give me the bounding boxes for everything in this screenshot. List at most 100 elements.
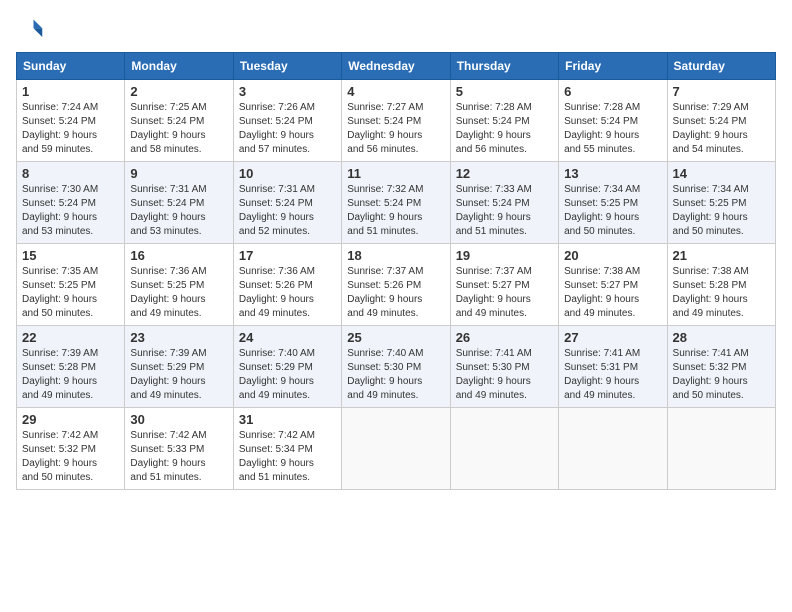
- calendar-cell: 16 Sunrise: 7:36 AM Sunset: 5:25 PM Dayli…: [125, 244, 233, 326]
- calendar-cell: 26 Sunrise: 7:41 AM Sunset: 5:30 PM Dayli…: [450, 326, 558, 408]
- calendar-cell: 22 Sunrise: 7:39 AM Sunset: 5:28 PM Dayli…: [17, 326, 125, 408]
- calendar-cell: [450, 408, 558, 490]
- day-info: Sunrise: 7:36 AM Sunset: 5:26 PM Dayligh…: [239, 265, 336, 321]
- day-info: Sunrise: 7:42 AM Sunset: 5:33 PM Dayligh…: [130, 429, 227, 485]
- day-number: 1: [22, 84, 119, 99]
- day-number: 7: [673, 84, 770, 99]
- day-number: 21: [673, 248, 770, 263]
- calendar-cell: [342, 408, 450, 490]
- calendar-week-row: 1Sunrise: 7:24 AM Sunset: 5:24 PM Daylig…: [17, 80, 776, 162]
- calendar-week-row: 8 Sunrise: 7:30 AM Sunset: 5:24 PM Daylig…: [17, 162, 776, 244]
- calendar-cell: 9 Sunrise: 7:31 AM Sunset: 5:24 PM Daylig…: [125, 162, 233, 244]
- calendar-week-row: 29 Sunrise: 7:42 AM Sunset: 5:32 PM Dayli…: [17, 408, 776, 490]
- day-number: 19: [456, 248, 553, 263]
- day-number: 16: [130, 248, 227, 263]
- day-number: 28: [673, 330, 770, 345]
- calendar-header-row: SundayMondayTuesdayWednesdayThursdayFrid…: [17, 53, 776, 80]
- day-info: Sunrise: 7:41 AM Sunset: 5:31 PM Dayligh…: [564, 347, 661, 403]
- calendar-cell: 13 Sunrise: 7:34 AM Sunset: 5:25 PM Dayli…: [559, 162, 667, 244]
- logo: [16, 16, 48, 44]
- day-number: 4: [347, 84, 444, 99]
- page-header: [16, 16, 776, 44]
- day-number: 12: [456, 166, 553, 181]
- day-info: Sunrise: 7:40 AM Sunset: 5:30 PM Dayligh…: [347, 347, 444, 403]
- calendar-cell: 18Sunrise: 7:37 AM Sunset: 5:26 PM Dayli…: [342, 244, 450, 326]
- calendar-cell: 8 Sunrise: 7:30 AM Sunset: 5:24 PM Daylig…: [17, 162, 125, 244]
- header-thursday: Thursday: [450, 53, 558, 80]
- day-number: 24: [239, 330, 336, 345]
- calendar-cell: 3 Sunrise: 7:26 AM Sunset: 5:24 PM Daylig…: [233, 80, 341, 162]
- calendar-cell: [667, 408, 775, 490]
- day-info: Sunrise: 7:40 AM Sunset: 5:29 PM Dayligh…: [239, 347, 336, 403]
- day-number: 10: [239, 166, 336, 181]
- header-saturday: Saturday: [667, 53, 775, 80]
- day-info: Sunrise: 7:25 AM Sunset: 5:24 PM Dayligh…: [130, 101, 227, 157]
- calendar-cell: 20Sunrise: 7:38 AM Sunset: 5:27 PM Dayli…: [559, 244, 667, 326]
- day-number: 17: [239, 248, 336, 263]
- logo-icon: [16, 16, 44, 44]
- day-number: 23: [130, 330, 227, 345]
- day-number: 22: [22, 330, 119, 345]
- calendar-cell: 24 Sunrise: 7:40 AM Sunset: 5:29 PM Dayli…: [233, 326, 341, 408]
- calendar-cell: 2 Sunrise: 7:25 AM Sunset: 5:24 PM Daylig…: [125, 80, 233, 162]
- day-info: Sunrise: 7:38 AM Sunset: 5:28 PM Dayligh…: [673, 265, 770, 321]
- calendar-cell: 23 Sunrise: 7:39 AM Sunset: 5:29 PM Dayli…: [125, 326, 233, 408]
- day-info: Sunrise: 7:32 AM Sunset: 5:24 PM Dayligh…: [347, 183, 444, 239]
- calendar-cell: 10Sunrise: 7:31 AM Sunset: 5:24 PM Dayli…: [233, 162, 341, 244]
- day-number: 3: [239, 84, 336, 99]
- header-monday: Monday: [125, 53, 233, 80]
- day-number: 8: [22, 166, 119, 181]
- day-number: 11: [347, 166, 444, 181]
- day-number: 26: [456, 330, 553, 345]
- calendar-cell: 6 Sunrise: 7:28 AM Sunset: 5:24 PM Daylig…: [559, 80, 667, 162]
- day-info: Sunrise: 7:41 AM Sunset: 5:30 PM Dayligh…: [456, 347, 553, 403]
- day-number: 14: [673, 166, 770, 181]
- calendar-cell: 17 Sunrise: 7:36 AM Sunset: 5:26 PM Dayli…: [233, 244, 341, 326]
- calendar-cell: 15Sunrise: 7:35 AM Sunset: 5:25 PM Dayli…: [17, 244, 125, 326]
- day-info: Sunrise: 7:38 AM Sunset: 5:27 PM Dayligh…: [564, 265, 661, 321]
- day-info: Sunrise: 7:42 AM Sunset: 5:32 PM Dayligh…: [22, 429, 119, 485]
- day-number: 9: [130, 166, 227, 181]
- day-info: Sunrise: 7:42 AM Sunset: 5:34 PM Dayligh…: [239, 429, 336, 485]
- day-number: 29: [22, 412, 119, 427]
- day-info: Sunrise: 7:34 AM Sunset: 5:25 PM Dayligh…: [564, 183, 661, 239]
- day-info: Sunrise: 7:33 AM Sunset: 5:24 PM Dayligh…: [456, 183, 553, 239]
- calendar-cell: 12 Sunrise: 7:33 AM Sunset: 5:24 PM Dayli…: [450, 162, 558, 244]
- header-friday: Friday: [559, 53, 667, 80]
- day-number: 30: [130, 412, 227, 427]
- day-info: Sunrise: 7:39 AM Sunset: 5:29 PM Dayligh…: [130, 347, 227, 403]
- calendar-cell: 5 Sunrise: 7:28 AM Sunset: 5:24 PM Daylig…: [450, 80, 558, 162]
- day-info: Sunrise: 7:36 AM Sunset: 5:25 PM Dayligh…: [130, 265, 227, 321]
- day-info: Sunrise: 7:31 AM Sunset: 5:24 PM Dayligh…: [130, 183, 227, 239]
- calendar-cell: 25Sunrise: 7:40 AM Sunset: 5:30 PM Dayli…: [342, 326, 450, 408]
- day-info: Sunrise: 7:28 AM Sunset: 5:24 PM Dayligh…: [564, 101, 661, 157]
- day-number: 15: [22, 248, 119, 263]
- day-info: Sunrise: 7:39 AM Sunset: 5:28 PM Dayligh…: [22, 347, 119, 403]
- header-wednesday: Wednesday: [342, 53, 450, 80]
- calendar-cell: 4 Sunrise: 7:27 AM Sunset: 5:24 PM Daylig…: [342, 80, 450, 162]
- day-info: Sunrise: 7:37 AM Sunset: 5:27 PM Dayligh…: [456, 265, 553, 321]
- calendar-cell: 1Sunrise: 7:24 AM Sunset: 5:24 PM Daylig…: [17, 80, 125, 162]
- day-info: Sunrise: 7:29 AM Sunset: 5:24 PM Dayligh…: [673, 101, 770, 157]
- day-info: Sunrise: 7:34 AM Sunset: 5:25 PM Dayligh…: [673, 183, 770, 239]
- calendar-cell: [559, 408, 667, 490]
- day-info: Sunrise: 7:41 AM Sunset: 5:32 PM Dayligh…: [673, 347, 770, 403]
- calendar-cell: 11 Sunrise: 7:32 AM Sunset: 5:24 PM Dayli…: [342, 162, 450, 244]
- day-info: Sunrise: 7:30 AM Sunset: 5:24 PM Dayligh…: [22, 183, 119, 239]
- calendar-cell: 21 Sunrise: 7:38 AM Sunset: 5:28 PM Dayli…: [667, 244, 775, 326]
- calendar-week-row: 22 Sunrise: 7:39 AM Sunset: 5:28 PM Dayli…: [17, 326, 776, 408]
- calendar-cell: 7 Sunrise: 7:29 AM Sunset: 5:24 PM Daylig…: [667, 80, 775, 162]
- day-number: 31: [239, 412, 336, 427]
- calendar-week-row: 15Sunrise: 7:35 AM Sunset: 5:25 PM Dayli…: [17, 244, 776, 326]
- day-number: 6: [564, 84, 661, 99]
- day-number: 13: [564, 166, 661, 181]
- calendar-cell: 14 Sunrise: 7:34 AM Sunset: 5:25 PM Dayli…: [667, 162, 775, 244]
- day-info: Sunrise: 7:27 AM Sunset: 5:24 PM Dayligh…: [347, 101, 444, 157]
- day-number: 18: [347, 248, 444, 263]
- calendar-cell: 30 Sunrise: 7:42 AM Sunset: 5:33 PM Dayli…: [125, 408, 233, 490]
- day-number: 5: [456, 84, 553, 99]
- day-info: Sunrise: 7:28 AM Sunset: 5:24 PM Dayligh…: [456, 101, 553, 157]
- calendar-cell: 29 Sunrise: 7:42 AM Sunset: 5:32 PM Dayli…: [17, 408, 125, 490]
- day-number: 2: [130, 84, 227, 99]
- day-info: Sunrise: 7:26 AM Sunset: 5:24 PM Dayligh…: [239, 101, 336, 157]
